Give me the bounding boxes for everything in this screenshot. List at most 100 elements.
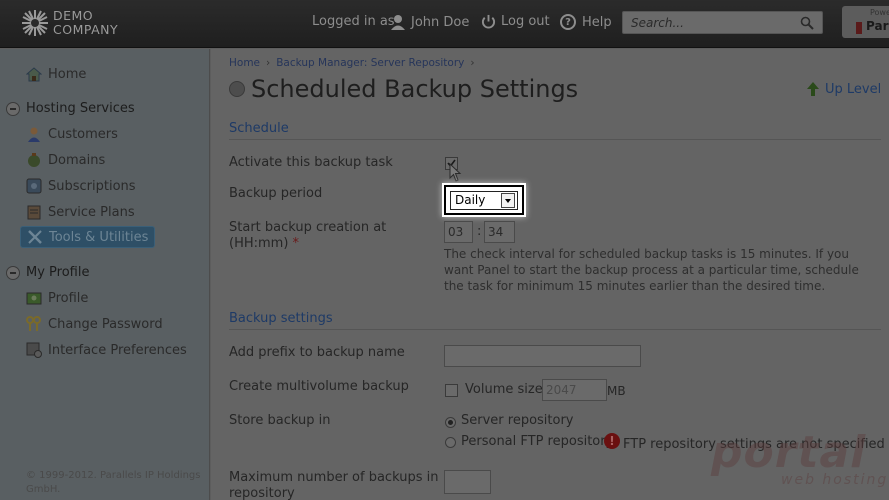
- preferences-icon: [26, 342, 42, 358]
- brand-mark-icon: [856, 22, 862, 34]
- search-input[interactable]: [623, 12, 803, 33]
- help-label: Help: [582, 14, 612, 30]
- page-status-icon: [229, 81, 245, 97]
- sidebar-item-interface-preferences[interactable]: Interface Preferences: [26, 342, 187, 358]
- mouse-cursor-icon: [449, 163, 462, 182]
- parallels-brand[interactable]: Powe Par: [842, 6, 889, 38]
- keys-icon: [26, 316, 41, 331]
- logo-line-2: COMPANY: [53, 22, 119, 37]
- sidebar-item-service-plans[interactable]: Service Plans: [26, 204, 135, 220]
- brand-text: Par: [866, 19, 889, 33]
- store-server-radio[interactable]: [445, 417, 456, 428]
- user-icon: [391, 15, 405, 30]
- brand-powered-text: Powe: [870, 8, 889, 17]
- sidebar-item-home[interactable]: Home: [26, 66, 86, 82]
- multivolume-label: Create multivolume backup: [229, 379, 409, 394]
- sidebar: Home Hosting Services Customers Domains …: [0, 49, 210, 500]
- volume-unit: MB: [607, 384, 626, 398]
- service-plans-icon: [27, 205, 41, 220]
- customers-icon: [28, 127, 40, 142]
- volume-size-input[interactable]: 2047: [542, 379, 607, 401]
- sidebar-item-profile[interactable]: Profile: [26, 290, 88, 306]
- sidebar-item-label: Profile: [48, 290, 89, 306]
- max-backups-label-line2: repository: [229, 486, 295, 500]
- section-hosting-services[interactable]: Hosting Services: [6, 101, 135, 116]
- breadcrumb-home[interactable]: Home: [229, 57, 260, 69]
- store-ftp-label: Personal FTP repository: [461, 434, 614, 449]
- time-separator: :: [477, 224, 482, 239]
- home-icon: [26, 67, 42, 82]
- logo-text: DEMO COMPANY: [53, 9, 118, 37]
- up-level-link[interactable]: Up Level: [806, 81, 881, 97]
- sidebar-item-subscriptions[interactable]: Subscriptions: [26, 178, 136, 194]
- backup-settings-heading: Backup settings: [229, 311, 333, 326]
- watermark-logo: portal: [711, 427, 867, 478]
- logout-label: Log out: [501, 14, 550, 29]
- chevron-down-icon[interactable]: [501, 193, 515, 208]
- backup-period-select[interactable]: Daily: [450, 191, 518, 210]
- backup-period-value: Daily: [455, 193, 486, 207]
- sidebar-item-label: Interface Preferences: [48, 342, 187, 358]
- logout-link[interactable]: Log out: [481, 14, 550, 29]
- search-box: [622, 11, 823, 34]
- volume-size-label: Volume size: [465, 382, 543, 397]
- up-level-label: Up Level: [825, 81, 882, 97]
- store-server-label: Server repository: [461, 413, 574, 428]
- sidebar-item-label: Home: [48, 66, 87, 82]
- sidebar-item-label: Domains: [48, 152, 106, 168]
- main-content: Home › Backup Manager: Server Repository…: [211, 49, 889, 500]
- max-backups-input[interactable]: [444, 470, 491, 494]
- up-arrow-icon: [807, 82, 819, 96]
- start-time-label-line2: (HH:mm): [229, 236, 289, 251]
- prefix-input[interactable]: [444, 345, 641, 367]
- start-minute-input[interactable]: 34: [484, 221, 515, 243]
- sidebar-item-label: Subscriptions: [48, 178, 136, 194]
- start-hour-input[interactable]: 03: [444, 221, 473, 243]
- store-backup-label: Store backup in: [229, 413, 331, 428]
- breadcrumb-backup-manager[interactable]: Backup Manager: Server Repository: [276, 57, 464, 69]
- multivolume-checkbox[interactable]: [445, 384, 458, 397]
- power-icon: [482, 14, 495, 29]
- backup-period-label: Backup period: [229, 186, 323, 201]
- help-link[interactable]: ? Help: [560, 14, 612, 30]
- breadcrumb-separator: ›: [470, 57, 475, 69]
- logo-line-1: DEMO: [53, 8, 94, 23]
- section-label: My Profile: [26, 265, 90, 280]
- user-name: John Doe: [411, 14, 470, 30]
- copyright: © 1999-2012. Parallels IP Holdings GmbH.: [26, 470, 201, 495]
- page-title: Scheduled Backup Settings: [251, 75, 579, 103]
- sidebar-item-tools-utilities[interactable]: Tools & Utilities: [20, 226, 156, 248]
- subscriptions-icon: [26, 178, 42, 194]
- max-backups-label: Maximum number of backups in repository: [229, 470, 438, 500]
- required-mark: *: [292, 236, 300, 251]
- backup-period-select-highlight: Daily: [444, 185, 524, 215]
- domains-icon: [28, 153, 40, 167]
- tools-icon: [28, 230, 42, 244]
- sidebar-item-label: Service Plans: [48, 204, 135, 220]
- sidebar-item-change-password[interactable]: Change Password: [26, 316, 163, 332]
- profile-icon: [26, 292, 42, 305]
- sidebar-item-label: Customers: [48, 126, 118, 142]
- activate-label: Activate this backup task: [229, 155, 393, 170]
- breadcrumb: Home › Backup Manager: Server Repository…: [229, 57, 475, 69]
- logged-in-label: Logged in as: [312, 14, 395, 29]
- user-link[interactable]: John Doe: [390, 14, 469, 30]
- watermark-subtext: web hosting: [781, 472, 889, 488]
- divider: [229, 139, 881, 140]
- top-bar: DEMO COMPANY Logged in as John Doe Log o…: [0, 0, 889, 48]
- store-ftp-radio[interactable]: [445, 437, 456, 448]
- sidebar-item-label: Change Password: [48, 316, 163, 332]
- sidebar-item-customers[interactable]: Customers: [26, 126, 118, 142]
- search-icon[interactable]: [800, 16, 814, 30]
- company-logo[interactable]: DEMO COMPANY: [20, 8, 130, 40]
- start-time-label-line1: Start backup creation at: [229, 220, 387, 235]
- breadcrumb-separator: ›: [266, 57, 271, 69]
- section-my-profile[interactable]: My Profile: [6, 265, 89, 280]
- max-backups-label-line1: Maximum number of backups in: [229, 470, 439, 485]
- collapse-icon[interactable]: [6, 265, 20, 280]
- help-icon: ?: [560, 14, 576, 30]
- collapse-icon[interactable]: [6, 101, 20, 116]
- start-time-label: Start backup creation at (HH:mm) *: [229, 220, 386, 252]
- sidebar-item-domains[interactable]: Domains: [26, 152, 105, 168]
- logo-star-icon: [22, 10, 48, 36]
